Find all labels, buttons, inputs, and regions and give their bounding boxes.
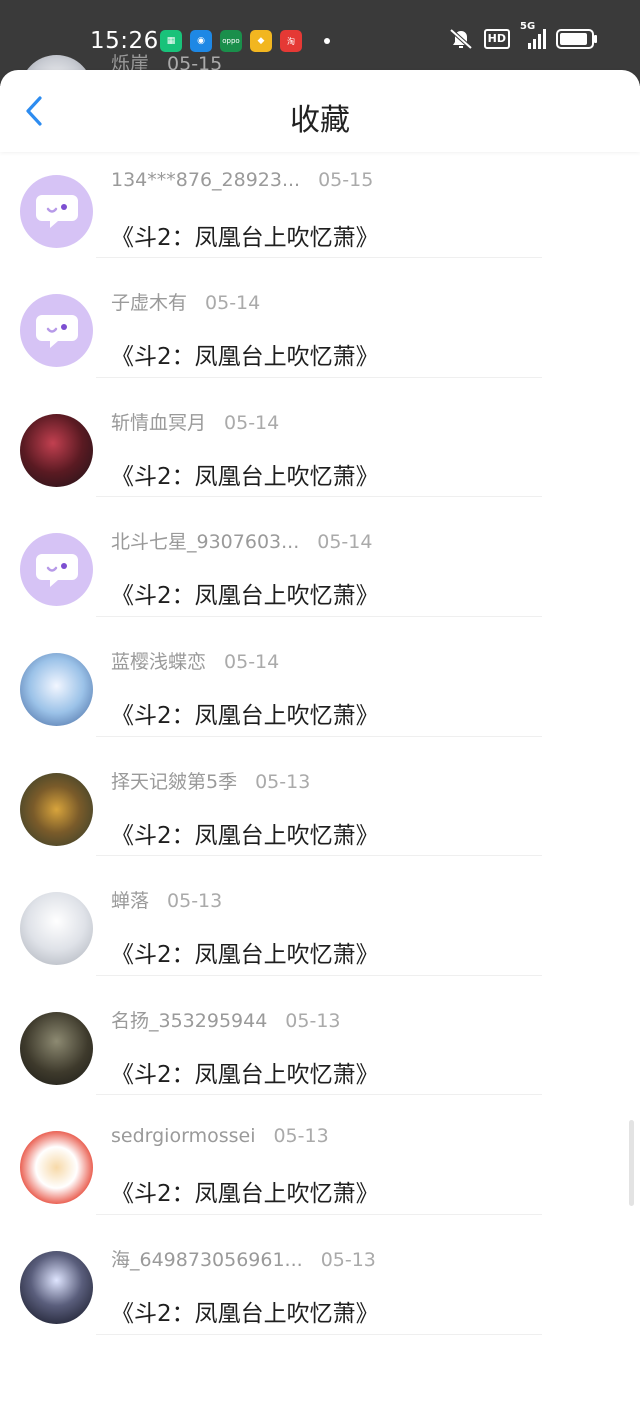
date: 05-13 [273,1125,329,1148]
default-chat-avatar-icon[interactable] [20,533,93,607]
favorites-list: 烁崖05-15《斗2：凤凰台上吹忆萧》134***876_28923...05-… [0,53,640,1335]
username[interactable]: 蝉落 [111,890,149,912]
list-item[interactable]: 择天记皴第5季 05-13 《斗2：凤凰台上吹忆萧》 [0,737,640,857]
default-chat-avatar-icon[interactable] [20,174,93,248]
book-title[interactable]: 《斗2：凤凰台上吹忆萧》 [111,576,379,610]
username[interactable]: 海_649873056961... [111,1249,303,1271]
item-meta: sedrgiormossei 05-13 [111,1125,329,1147]
book-title[interactable]: 《斗2：凤凰台上吹忆萧》 [111,1174,379,1208]
book-title[interactable]: 《斗2：凤凰台上吹忆萧》 [111,1055,379,1089]
username[interactable]: sedrgiormossei [111,1125,255,1147]
list-item[interactable]: 名扬_353295944 05-13 《斗2：凤凰台上吹忆萧》 [0,976,640,1096]
username[interactable]: 134***876_28923... [111,169,300,191]
list-item[interactable]: sedrgiormossei 05-13 《斗2：凤凰台上吹忆萧》 [0,1095,640,1215]
username[interactable]: 北斗七星_9307603... [111,531,299,553]
item-meta: 蓝樱浅蝶恋 05-14 [111,647,279,674]
avatar[interactable] [20,892,93,966]
username[interactable]: 子虚木有 [111,292,187,314]
book-title[interactable]: 《斗2：凤凰台上吹忆萧》 [111,457,379,491]
list-item[interactable]: 134***876_28923... 05-15 《斗2：凤凰台上吹忆萧》 [0,139,640,259]
scrollbar[interactable] [629,1120,634,1206]
book-title[interactable]: 《斗2：凤凰台上吹忆萧》 [111,935,379,969]
item-meta: 134***876_28923... 05-15 [111,169,373,191]
item-meta: 子虚木有 05-14 [111,288,260,315]
default-chat-avatar-icon[interactable] [20,294,93,368]
username[interactable]: 斩情血冥月 [111,412,206,434]
list-item[interactable]: 蝉落 05-13 《斗2：凤凰台上吹忆萧》 [0,856,640,976]
divider [96,1333,542,1335]
item-meta: 北斗七星_9307603... 05-14 [111,527,372,554]
list-item[interactable]: 子虚木有 05-14 《斗2：凤凰台上吹忆萧》 [0,258,640,378]
list-item[interactable]: 北斗七星_9307603... 05-14 《斗2：凤凰台上吹忆萧》 [0,497,640,617]
list-item[interactable]: 斩情血冥月 05-14 《斗2：凤凰台上吹忆萧》 [0,378,640,498]
list-item[interactable]: 蓝樱浅蝶恋 05-14 《斗2：凤凰台上吹忆萧》 [0,617,640,737]
avatar[interactable] [20,772,93,846]
book-title[interactable]: 《斗2：凤凰台上吹忆萧》 [111,1294,379,1328]
date: 05-13 [285,1009,341,1032]
avatar[interactable] [20,1250,93,1324]
date: 05-13 [167,890,223,913]
avatar[interactable] [20,1131,93,1205]
item-meta: 择天记皴第5季 05-13 [111,767,310,794]
nav-header: 收藏 [0,70,640,152]
username[interactable]: 蓝樱浅蝶恋 [111,651,206,673]
item-meta: 斩情血冥月 05-14 [111,408,279,435]
item-meta: 名扬_353295944 05-13 [111,1006,341,1033]
date: 05-15 [318,168,374,191]
book-title[interactable]: 《斗2：凤凰台上吹忆萧》 [111,218,379,252]
username[interactable]: 择天记皴第5季 [111,771,237,793]
date: 05-14 [224,411,280,434]
date: 05-14 [317,531,373,554]
book-title[interactable]: 《斗2：凤凰台上吹忆萧》 [111,337,379,371]
book-title[interactable]: 《斗2：凤凰台上吹忆萧》 [111,816,379,850]
item-meta: 海_649873056961... 05-13 [111,1245,376,1272]
username[interactable]: 名扬_353295944 [111,1010,267,1032]
date: 05-14 [224,650,280,673]
list-item[interactable]: 海_649873056961... 05-13 《斗2：凤凰台上吹忆萧》 [0,1215,640,1335]
page-title: 收藏 [290,103,350,138]
date: 05-13 [320,1248,376,1271]
avatar[interactable] [20,1011,93,1085]
date: 05-14 [205,292,261,315]
avatar[interactable] [20,652,93,726]
date: 05-13 [255,770,311,793]
item-meta: 蝉落 05-13 [111,886,222,913]
avatar[interactable] [20,413,93,487]
book-title[interactable]: 《斗2：凤凰台上吹忆萧》 [111,696,379,730]
